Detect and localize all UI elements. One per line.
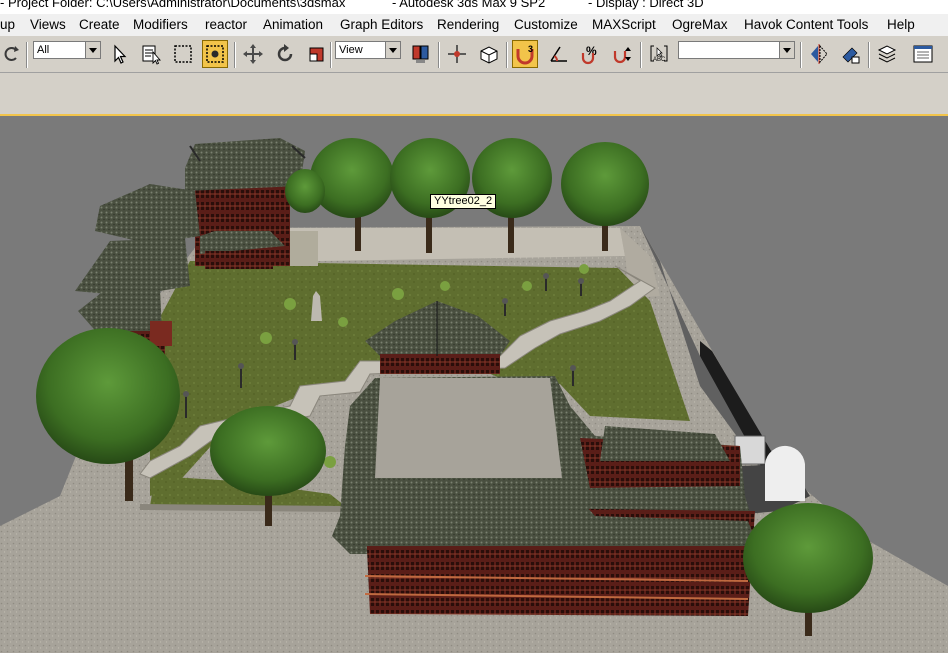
menu-item-havok[interactable]: Havok Content Tools: [744, 17, 868, 32]
menu-item-graph-editors[interactable]: Graph Editors: [340, 17, 423, 32]
reference-coordinate-value: View: [339, 44, 363, 56]
moon-gate: [765, 445, 806, 501]
mirror-icon[interactable]: [806, 40, 832, 68]
toolbar-separator: [330, 42, 332, 68]
toolbar-separator: [868, 42, 870, 68]
select-icon[interactable]: [106, 40, 132, 68]
undo-icon[interactable]: [0, 40, 22, 68]
manipulate-icon[interactable]: [444, 40, 470, 68]
rotate-icon[interactable]: [272, 40, 298, 68]
snap-3d-icon[interactable]: 3: [512, 40, 538, 68]
menu-item-maxscript[interactable]: MAXScript: [592, 17, 656, 32]
menu-item-customize[interactable]: Customize: [514, 17, 578, 32]
select-by-name-icon[interactable]: [138, 40, 164, 68]
layer-manager-icon[interactable]: [874, 40, 900, 68]
named-selection-dropdown[interactable]: [678, 41, 795, 59]
toolbar-separator: [640, 42, 642, 68]
main-toolbar: All View 3 % ABC: [0, 36, 948, 73]
menu-item-animation[interactable]: Animation: [263, 17, 323, 32]
selection-filter-value: All: [37, 44, 50, 56]
title-project-folder: - Project Folder: C:\Users\Administrator…: [0, 0, 346, 10]
menu-bar: up Views Create Modifiers reactor Animat…: [0, 14, 948, 36]
chevron-down-icon[interactable]: [85, 42, 100, 58]
menu-item-rendering[interactable]: Rendering: [437, 17, 499, 32]
edit-named-selection-icon[interactable]: ABC: [646, 40, 672, 68]
move-icon[interactable]: [240, 40, 266, 68]
selection-filter-dropdown[interactable]: All: [33, 41, 101, 59]
rect-region-icon[interactable]: [170, 40, 196, 68]
toolbar-separator: [506, 42, 508, 68]
window-crossing-icon[interactable]: [202, 40, 228, 68]
curve-editor-icon[interactable]: [910, 40, 936, 68]
object-tooltip: YYtree02_2: [430, 194, 497, 209]
menu-item-ogremax[interactable]: OgreMax: [672, 17, 728, 32]
title-bar: - Project Folder: C:\Users\Administrator…: [0, 0, 948, 14]
svg-text:ABC: ABC: [653, 57, 666, 63]
menu-item-create[interactable]: Create: [79, 17, 120, 32]
title-display: - Display : Direct 3D: [588, 0, 704, 10]
toolbar-separator: [26, 42, 28, 68]
percent-snap-icon[interactable]: %: [578, 40, 604, 68]
menu-item-group[interactable]: up: [0, 17, 15, 32]
align-icon[interactable]: [838, 40, 864, 68]
spinner-snap-icon[interactable]: [610, 40, 636, 68]
perspective-viewport[interactable]: YYtree02_2: [0, 114, 948, 653]
menu-item-modifiers[interactable]: Modifiers: [133, 17, 188, 32]
menu-item-views[interactable]: Views: [30, 17, 66, 32]
menu-item-reactor[interactable]: reactor: [205, 17, 247, 32]
toolbar-separator: [438, 42, 440, 68]
svg-text:3: 3: [528, 44, 533, 54]
reference-coordinate-dropdown[interactable]: View: [335, 41, 401, 59]
toolbar-separator: [234, 42, 236, 68]
angle-snap-icon[interactable]: [546, 40, 572, 68]
title-app-name: - Autodesk 3ds Max 9 SP2: [392, 0, 546, 10]
command-strip: [0, 74, 948, 114]
scale-icon[interactable]: [304, 40, 330, 68]
toolbar-separator: [800, 42, 802, 68]
svg-text:%: %: [586, 44, 597, 58]
chevron-down-icon[interactable]: [779, 42, 794, 58]
chevron-down-icon[interactable]: [385, 42, 400, 58]
keyboard-shortcut-icon[interactable]: [476, 40, 502, 68]
menu-item-help[interactable]: Help: [887, 17, 915, 32]
pivot-icon[interactable]: [408, 40, 434, 68]
